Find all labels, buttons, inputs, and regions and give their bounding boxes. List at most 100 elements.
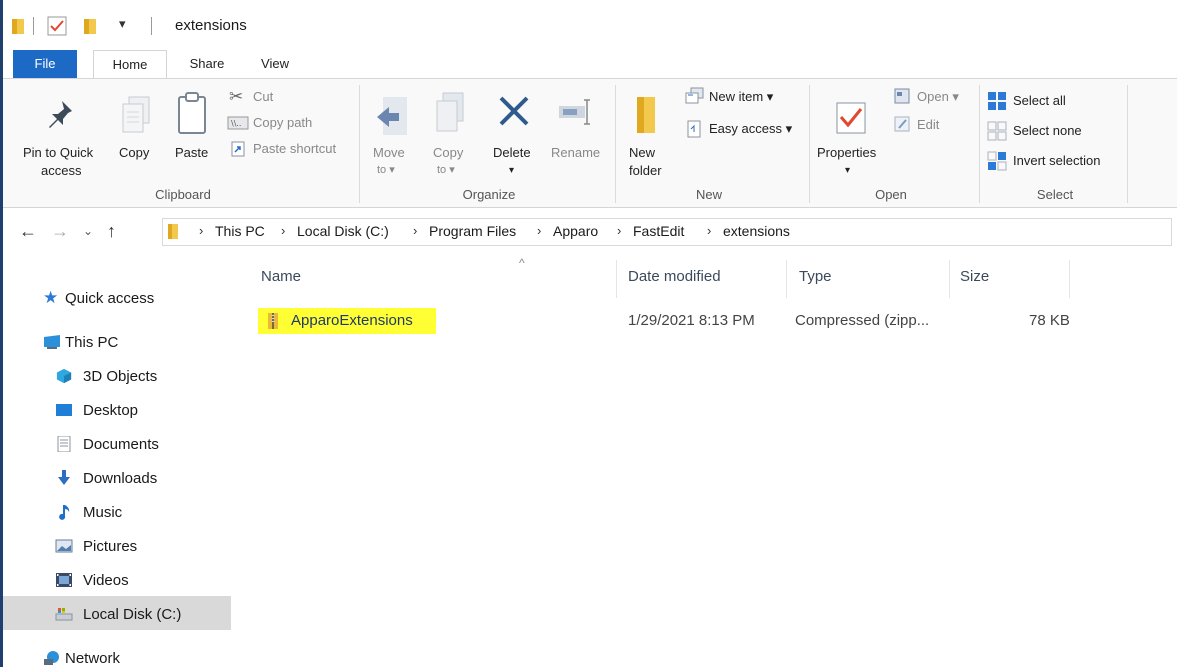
file-date-modified: 1/29/2021 8:13 PM (628, 312, 755, 329)
new-folder-button[interactable]: New folder (623, 85, 675, 185)
nav-item-label: Videos (83, 572, 129, 589)
copy-button[interactable]: Copy (115, 85, 159, 185)
quick-access-toolbar-dropdown[interactable]: ▾ (119, 16, 126, 32)
nav-item-music[interactable]: Music (3, 496, 231, 528)
column-separator[interactable] (616, 260, 617, 298)
nav-item-label: Quick access (65, 290, 155, 307)
invert-selection-button[interactable]: Invert selection (987, 151, 1123, 173)
nav-item-label: Documents (83, 436, 159, 453)
open-button[interactable]: Open ▾ (893, 87, 973, 109)
group-label-open: Open (875, 187, 907, 202)
cube-icon (56, 368, 72, 384)
properties-icon (836, 102, 866, 134)
nav-item-documents[interactable]: Documents (3, 428, 231, 460)
new-item-button[interactable]: New item ▾ (685, 87, 805, 109)
nav-item-3d-objects[interactable]: 3D Objects (3, 360, 231, 392)
nav-item-local-disk[interactable]: Local Disk (C:) (3, 596, 231, 630)
music-icon (59, 505, 70, 520)
edit-button[interactable]: Edit (893, 115, 953, 137)
move-to-button[interactable]: Move to ▾ (369, 85, 417, 185)
select-all-button[interactable]: Select all (987, 91, 1117, 113)
tab-view[interactable]: View (251, 50, 299, 78)
new-folder-icon[interactable] (83, 17, 97, 35)
nav-item-videos[interactable]: Videos (3, 564, 231, 596)
breadcrumb-fastedit[interactable]: FastEdit (633, 223, 684, 239)
nav-item-desktop[interactable]: Desktop (3, 394, 231, 426)
breadcrumb-chevron-icon[interactable]: › (537, 223, 541, 238)
folder-icon (168, 224, 178, 239)
column-header-date-modified[interactable]: Date modified (628, 268, 721, 285)
new-folder-icon (637, 97, 655, 133)
copy-label: Copy (119, 145, 150, 160)
copy-path-button[interactable]: \\.. Copy path (227, 113, 357, 135)
up-arrow-icon[interactable]: ↑ (107, 221, 116, 242)
select-all-label: Select all (1013, 93, 1066, 108)
open-icon (894, 88, 910, 104)
forward-arrow-icon[interactable]: → (51, 221, 69, 242)
nav-item-label: Music (83, 504, 123, 521)
select-none-button[interactable]: Select none (987, 121, 1117, 143)
paste-button[interactable]: Paste (169, 85, 215, 185)
column-separator[interactable] (1069, 260, 1070, 298)
tab-file[interactable]: File (13, 50, 77, 78)
group-separator (1127, 85, 1128, 203)
nav-item-downloads[interactable]: Downloads (3, 462, 231, 494)
open-label: Open ▾ (917, 89, 959, 104)
copy-to-label-2: to ▾ (437, 164, 455, 176)
breadcrumb-this-pc[interactable]: This PC (215, 223, 265, 239)
column-header-type[interactable]: Type (799, 268, 832, 285)
column-header-size[interactable]: Size (960, 268, 989, 285)
move-to-label-2: to ▾ (377, 164, 395, 176)
pin-label-2: access (41, 163, 82, 178)
file-list: ^ Name Date modified Type Size ApparoExt… (233, 256, 1177, 667)
nav-item-network[interactable]: Network (3, 642, 231, 667)
nav-item-label: 3D Objects (83, 368, 158, 385)
properties-check-icon[interactable] (47, 16, 67, 36)
nav-item-this-pc[interactable]: This PC (3, 326, 231, 358)
properties-button[interactable]: Properties ▾ (815, 85, 891, 185)
recent-locations-chevron-icon[interactable]: ⌄ (83, 224, 93, 238)
breadcrumb-chevron-icon[interactable]: › (707, 223, 711, 238)
delete-button[interactable]: Delete ▾ (487, 85, 541, 185)
breadcrumb-program-files[interactable]: Program Files (429, 223, 516, 239)
delete-dropdown-arrow: ▾ (509, 165, 515, 176)
new-item-icon (685, 87, 704, 104)
column-header-name[interactable]: Name (261, 268, 301, 285)
properties-dropdown-arrow: ▾ (845, 165, 851, 176)
zip-folder-icon (268, 313, 278, 329)
paste-label: Paste (175, 145, 209, 160)
breadcrumb-chevron-icon[interactable]: › (413, 223, 417, 238)
breadcrumb-local-disk[interactable]: Local Disk (C:) (297, 223, 389, 239)
rename-label: Rename (551, 145, 601, 160)
back-arrow-icon[interactable]: ← (19, 221, 37, 242)
column-separator[interactable] (949, 260, 950, 298)
copy-to-icon (436, 92, 464, 132)
desktop-icon (56, 404, 72, 416)
scissors-icon: ✂ (229, 87, 244, 106)
breadcrumb-extensions[interactable]: extensions (723, 223, 790, 239)
nav-item-pictures[interactable]: Pictures (3, 530, 231, 562)
title-separator (151, 17, 152, 35)
title-separator (33, 17, 34, 35)
group-label-new: New (695, 187, 722, 202)
tab-share[interactable]: Share (179, 50, 235, 78)
nav-item-quick-access[interactable]: ★ Quick access (3, 282, 231, 314)
tab-home[interactable]: Home (93, 50, 167, 79)
group-label-clipboard: Clipboard (155, 187, 211, 202)
column-separator[interactable] (786, 260, 787, 298)
delete-label: Delete (493, 145, 531, 160)
easy-access-button[interactable]: Easy access ▾ (685, 119, 809, 141)
cut-button[interactable]: ✂ Cut (229, 87, 359, 109)
breadcrumb-chevron-icon[interactable]: › (617, 223, 621, 238)
group-label-select: Select (1036, 187, 1074, 202)
copy-path-icon: \\.. (227, 116, 249, 130)
breadcrumb-chevron-icon[interactable]: › (281, 223, 285, 238)
group-label-organize: Organize (462, 187, 516, 202)
breadcrumb-chevron-icon[interactable]: › (199, 223, 203, 238)
breadcrumb-apparo[interactable]: Apparo (553, 223, 598, 239)
rename-button[interactable]: Rename (547, 85, 607, 185)
paste-shortcut-button[interactable]: Paste shortcut (231, 139, 361, 161)
copy-to-button[interactable]: Copy to ▾ (427, 85, 475, 185)
nav-item-label: Downloads (83, 470, 158, 487)
pin-to-quick-access-button[interactable]: Pin to Quick access (19, 85, 111, 185)
